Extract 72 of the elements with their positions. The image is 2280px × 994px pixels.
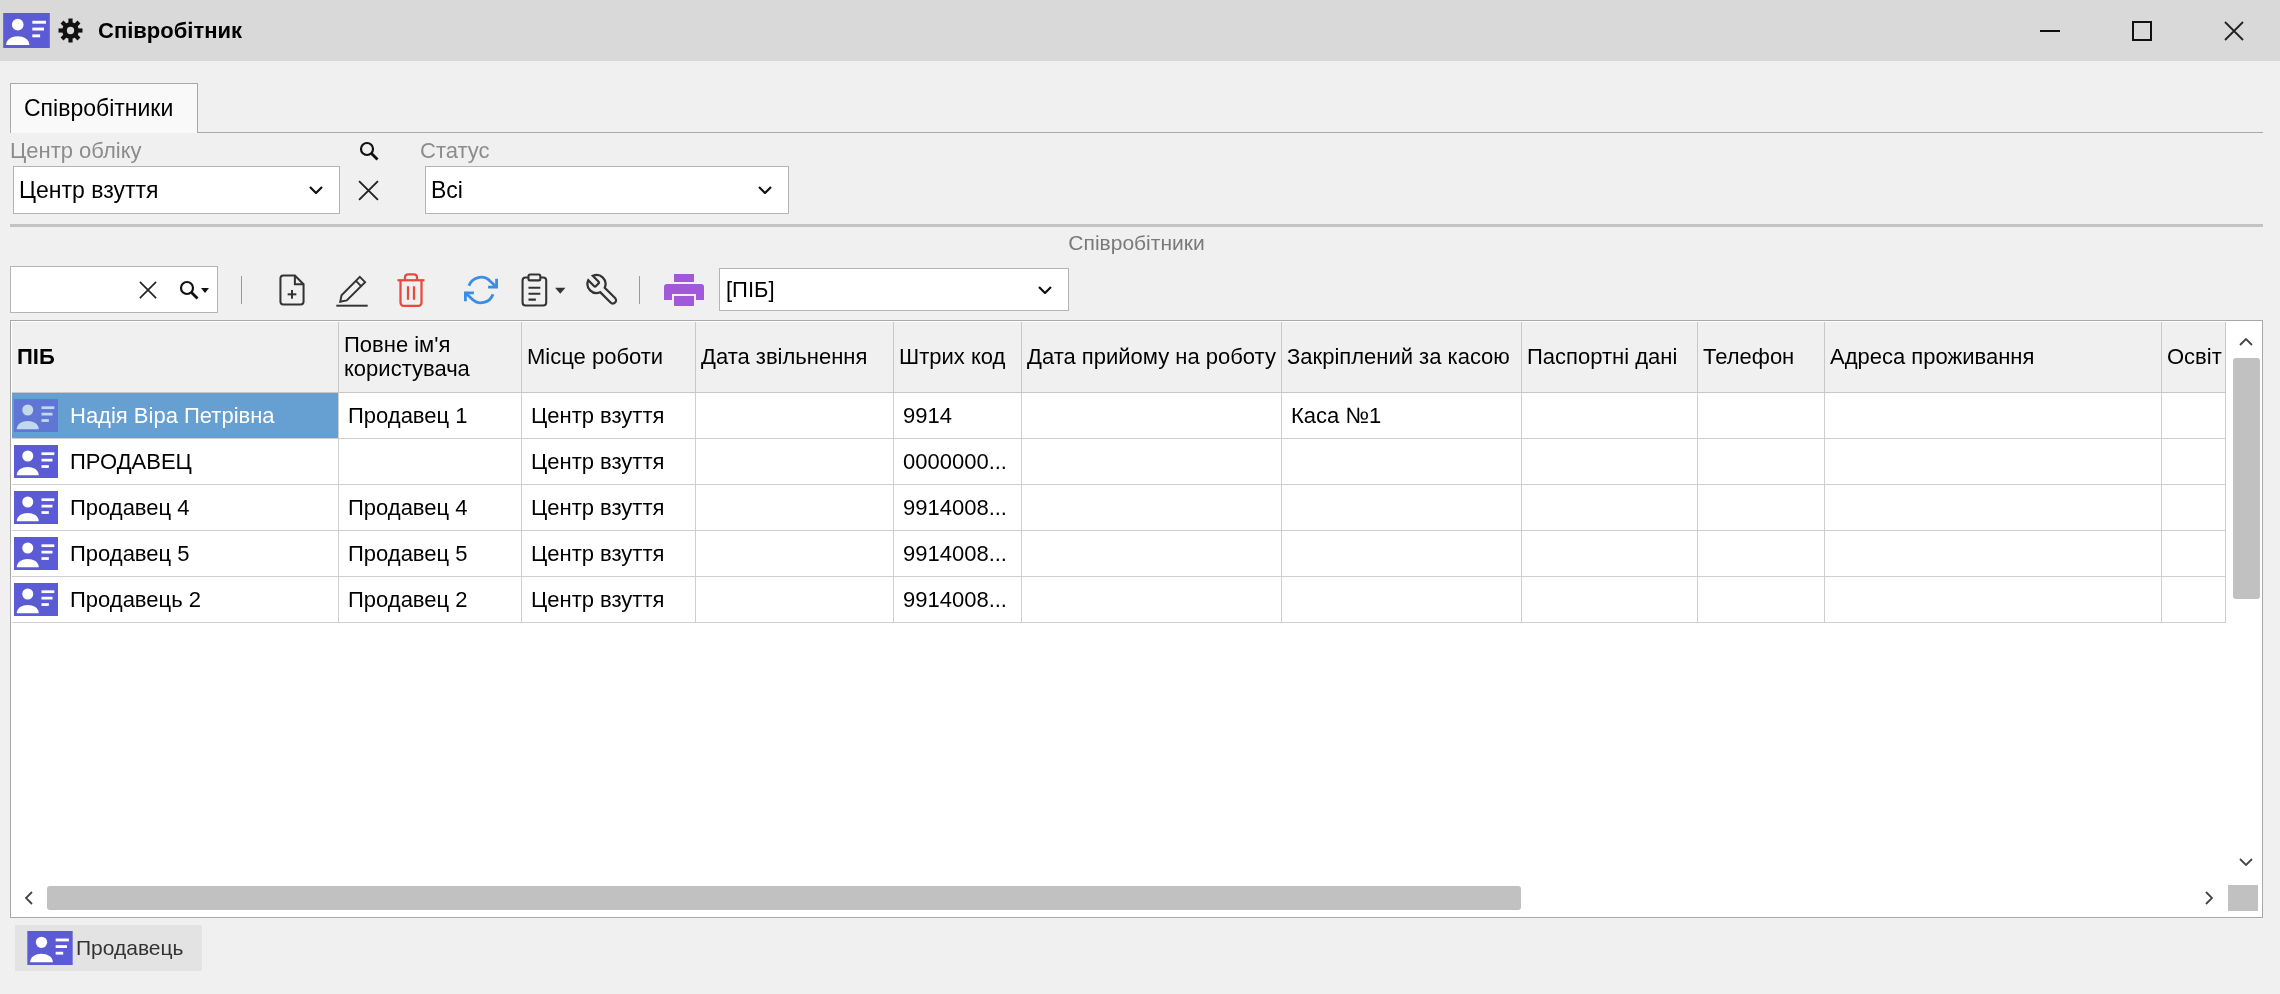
person-card-icon: [27, 931, 73, 965]
maximize-icon: [2132, 20, 2152, 41]
clipboard-icon[interactable]: [520, 272, 568, 307]
column-header[interactable]: Адреса проживання: [1825, 322, 2162, 393]
scroll-down-icon[interactable]: [2239, 858, 2253, 866]
clear-icon[interactable]: [139, 280, 157, 299]
column-header[interactable]: Повне ім'я користувача: [339, 322, 522, 393]
trash-icon[interactable]: [396, 271, 426, 308]
dropdown[interactable]: Всі: [425, 166, 789, 214]
table-cell: Центр взуття: [522, 531, 696, 577]
column-header[interactable]: Штрих код: [894, 322, 1022, 393]
section-title: Співробітники: [1068, 232, 1205, 254]
table-cell: [2162, 577, 2226, 623]
scroll-left-icon[interactable]: [25, 891, 33, 905]
clear-icon[interactable]: [358, 180, 379, 201]
horizontal-scrollbar-thumb[interactable]: [47, 886, 1521, 910]
column-header[interactable]: Закріплений за касою: [1282, 322, 1522, 393]
table-cell: 9914008...: [894, 485, 1022, 531]
close-icon: [2224, 20, 2244, 41]
employee-name: Продавец 5: [70, 540, 190, 568]
vertical-scrollbar-thumb[interactable]: [2232, 358, 2260, 599]
table-cell: [2162, 393, 2226, 439]
column-header[interactable]: Дата прийому на роботу: [1022, 322, 1282, 393]
tab[interactable]: Співробітники: [10, 83, 198, 133]
table-cell: Центр взуття: [522, 393, 696, 439]
table-cell: Продавец 2: [339, 577, 522, 623]
person-card-icon: [3, 13, 50, 48]
search-icon[interactable]: [179, 279, 209, 300]
dropdown[interactable]: [ПІБ]: [719, 268, 1069, 311]
table-cell: Каса №1: [1282, 393, 1522, 439]
filter-label: Статус: [420, 140, 490, 162]
table-cell: Продавец 4: [339, 485, 522, 531]
table-cell: 9914: [894, 393, 1022, 439]
wrench-icon[interactable]: [586, 272, 619, 307]
table-cell: Центр взуття: [522, 577, 696, 623]
table-cell: [2162, 531, 2226, 577]
chevron-down-icon: [1038, 285, 1052, 294]
printer-icon[interactable]: [664, 272, 704, 307]
dropdown[interactable]: Центр взуття: [13, 166, 340, 214]
column-header[interactable]: Освіт: [2162, 322, 2226, 393]
column-header[interactable]: Паспортні дані: [1522, 322, 1698, 393]
table-cell: Продавец 5: [339, 531, 522, 577]
table-cell: [2162, 485, 2226, 531]
column-header[interactable]: Дата звільнення: [696, 322, 894, 393]
table-cell: Центр взуття: [522, 485, 696, 531]
employee-name: Надія Віра Петрівна: [70, 402, 275, 430]
role-button[interactable]: Продавець: [15, 925, 202, 971]
column-header[interactable]: ПІБ: [12, 322, 339, 393]
chevron-down-icon: [309, 186, 323, 194]
search-field[interactable]: [10, 266, 218, 313]
employee-name: Продавець 2: [70, 586, 201, 614]
search-icon[interactable]: [358, 141, 379, 161]
window-title: Співробітник: [98, 17, 242, 45]
table-cell: Продавец 1: [339, 393, 522, 439]
column-header[interactable]: Місце роботи: [522, 322, 696, 393]
scrollbar-corner: [2228, 885, 2258, 911]
minimize-icon: [2040, 29, 2060, 32]
table-cell: 9914008...: [894, 531, 1022, 577]
person-card-icon: [14, 399, 58, 432]
scroll-right-icon[interactable]: [2205, 891, 2213, 905]
column-header[interactable]: Телефон: [1698, 322, 1825, 393]
employee-name: ПРОДАВЕЦ: [70, 448, 192, 476]
table-cell: 0000000...: [894, 439, 1022, 485]
new-document-icon[interactable]: [279, 273, 305, 306]
filter-label: Центр обліку: [10, 140, 142, 162]
table-cell: Центр взуття: [522, 439, 696, 485]
chevron-down-icon: [758, 186, 772, 194]
table-cell: [2162, 439, 2226, 485]
table-cell: 9914008...: [894, 577, 1022, 623]
gear-icon[interactable]: [58, 18, 83, 43]
employee-name: Продавец 4: [70, 494, 190, 522]
scroll-up-icon[interactable]: [2239, 338, 2253, 346]
